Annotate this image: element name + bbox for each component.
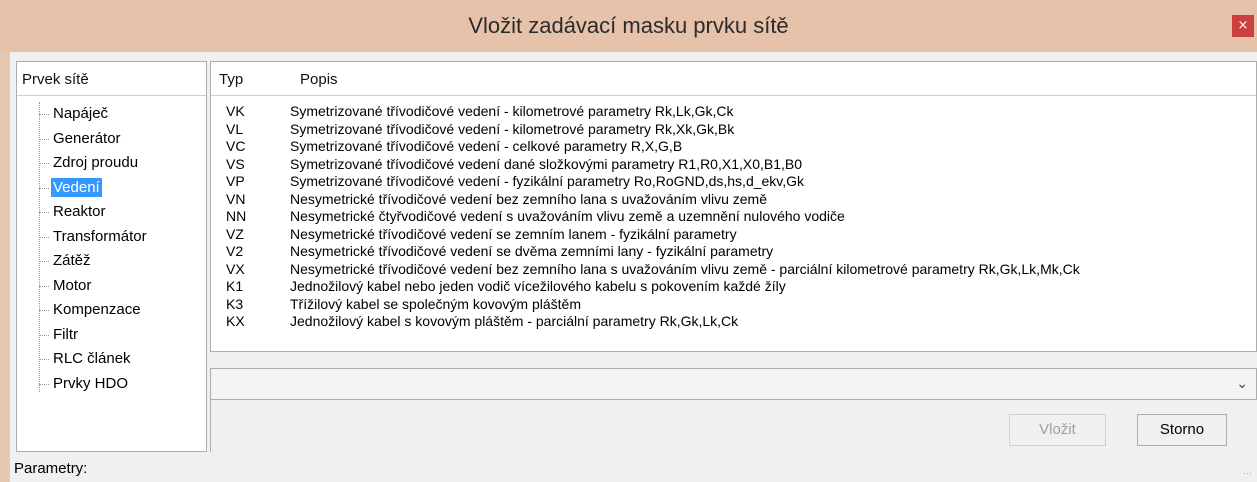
dialog-body: Prvek sítě Napáječ Generátor Zdroj proudu V… (10, 52, 1257, 482)
type-description: Symetrizované třívodičové vedení - kilom… (290, 120, 735, 137)
type-description: Symetrizované třívodičové vedení dané sl… (290, 155, 803, 172)
type-code: VL (226, 120, 244, 137)
tree-item-label: Zdroj proudu (53, 154, 139, 171)
cancel-button[interactable]: Storno (1137, 414, 1227, 446)
type-list-pane: Typ Popis VK Symetrizované třívodičové ve… (210, 61, 1257, 352)
tree-connector (39, 285, 49, 287)
tree-connector (39, 261, 49, 262)
tree-item-label: Motor (53, 276, 92, 294)
element-tree-pane: Prvek sítě Napáječ Generátor Zdroj proudu V… (16, 61, 207, 452)
list-header-divider (211, 95, 1256, 96)
title-bar: Vložit zadávací masku prvku sítě × (0, 0, 1257, 52)
tree-connector (39, 212, 49, 213)
type-code: NN (226, 208, 247, 224)
type-description: Nesymetrické třívodičové vedení se zemní… (290, 225, 737, 242)
tree-connector (39, 114, 49, 115)
window-title: Vložit zadávací masku prvku sítě (468, 13, 789, 38)
type-code: KX (226, 313, 245, 329)
type-description: Symetrizované třívodičové vedení - fyzik… (290, 173, 805, 189)
type-description: Symetrizované třívodičové vedení - celko… (290, 138, 683, 154)
insert-button[interactable]: Vložit (1009, 414, 1106, 446)
type-code: K3 (226, 295, 244, 312)
pane-divider (210, 400, 211, 452)
tree-connector (39, 310, 49, 311)
tree-guide-line (39, 102, 40, 392)
parameter-select[interactable]: ⌄ (210, 368, 1257, 400)
tree-item-label: Kompenzace (53, 301, 141, 318)
tree-connector (39, 163, 49, 164)
type-code: V2 (226, 243, 244, 259)
type-description: Nesymetrické třívodičové vedení bez zemn… (290, 190, 767, 207)
tree-item-label: Prvky HDO (53, 374, 128, 392)
tree-connector (39, 187, 49, 189)
tree-connector (39, 236, 49, 238)
type-code: VK (226, 103, 245, 119)
tree-connector (39, 383, 49, 385)
tree-item-label: Napáječ (53, 105, 109, 122)
tree-item-label: Reaktor (53, 203, 106, 220)
tree-header: Prvek sítě (22, 71, 89, 88)
type-code: VX (226, 260, 245, 277)
type-description: Nesymetrické třívodičové vedení bez zemn… (290, 260, 1080, 277)
tree-item-label: Zátěž (53, 252, 91, 269)
tree-item-label: Filtr (53, 325, 78, 343)
tree-connector (39, 359, 49, 360)
type-description: Jednožilový kabel s kovovým pláštěm - pa… (290, 313, 739, 329)
tree-header-divider (17, 95, 206, 96)
type-code: VP (226, 173, 245, 189)
status-bar: Parametry: ⋯ (10, 452, 1257, 482)
tree-connector (39, 334, 49, 336)
parameters-label: Parametry: (14, 460, 88, 477)
tree-item-label: RLC článek (53, 350, 131, 367)
column-header-description[interactable]: Popis (300, 71, 338, 88)
tree-item-label: Vedení (51, 177, 102, 197)
type-code: VC (226, 138, 246, 154)
column-header-type[interactable]: Typ (219, 71, 243, 88)
tree-item-label: Transformátor (53, 227, 147, 245)
type-description: Třížilový kabel se společným kovovým plá… (290, 295, 581, 312)
resize-grip-icon[interactable]: ⋯ (1243, 468, 1253, 478)
type-description: Nesymetrické čtyřvodičové vedení s uvažo… (290, 208, 845, 224)
type-code: VZ (226, 225, 244, 242)
chevron-down-icon[interactable]: ⌄ (1236, 376, 1248, 392)
tree-item-label: Generátor (53, 129, 121, 147)
type-code: VS (226, 155, 245, 172)
close-icon[interactable]: × (1232, 15, 1254, 37)
type-code: K1 (226, 278, 244, 294)
type-description: Jednožilový kabel nebo jeden vodič vícež… (290, 278, 786, 294)
type-description: Nesymetrické třívodičové vedení se dvěma… (290, 243, 774, 259)
type-description: Symetrizované třívodičové vedení - kilom… (290, 103, 734, 119)
type-code: VN (226, 190, 246, 207)
tree-connector (39, 138, 49, 140)
